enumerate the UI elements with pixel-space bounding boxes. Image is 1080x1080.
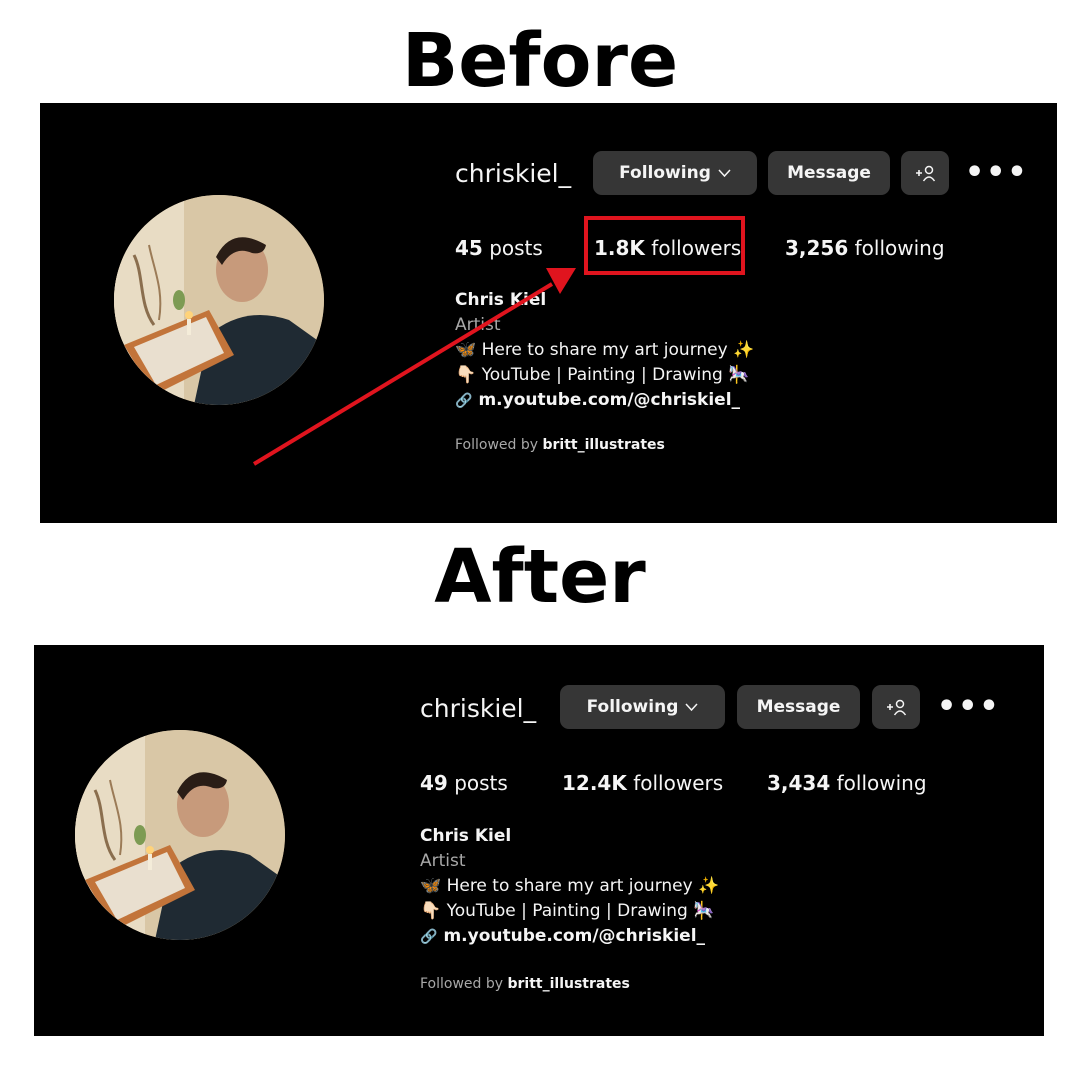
chevron-down-icon [718, 163, 731, 183]
bio-line-2: 👇🏻 YouTube | Painting | Drawing 🎠 [455, 365, 750, 385]
bio-line-1: 🦋 Here to share my art journey ✨ [455, 340, 755, 360]
following-label: following [836, 771, 927, 795]
followed-by-user[interactable]: britt_illustrates [508, 976, 630, 992]
link-icon: 🔗 [455, 393, 473, 409]
display-name: Chris Kiel [420, 826, 512, 846]
posts-stat[interactable]: 49 posts [420, 771, 508, 795]
posts-count: 49 [420, 771, 448, 795]
following-button[interactable]: Following [593, 151, 757, 195]
following-count: 3,434 [767, 771, 831, 795]
followers-stat[interactable]: 12.4K followers [562, 771, 723, 795]
followers-highlight-box [584, 216, 745, 275]
username: chriskiel_ [420, 694, 537, 723]
bio-line-1: 🦋 Here to share my art journey ✨ [420, 876, 720, 896]
username: chriskiel_ [455, 159, 572, 188]
add-user-icon [916, 165, 936, 182]
message-button[interactable]: Message [737, 685, 860, 729]
profile-photo [75, 730, 285, 940]
followed-by-user[interactable]: britt_illustrates [543, 437, 665, 453]
following-button-label: Following [619, 163, 711, 183]
following-count: 3,256 [785, 236, 849, 260]
followers-count: 12.4K [562, 771, 627, 795]
add-user-button[interactable] [901, 151, 949, 195]
avatar[interactable] [114, 195, 324, 405]
after-profile-panel: chriskiel_ Following Message ••• 49 post… [34, 645, 1044, 1036]
posts-label: posts [489, 236, 543, 260]
posts-count: 45 [455, 236, 483, 260]
followed-by-prefix: Followed by [455, 437, 539, 453]
profile-photo [114, 195, 324, 405]
link-icon: 🔗 [420, 929, 438, 945]
following-label: following [854, 236, 945, 260]
bio-link-row[interactable]: 🔗 m.youtube.com/@chriskiel_ [455, 388, 754, 414]
bio-line-2: 👇🏻 YouTube | Painting | Drawing 🎠 [420, 901, 715, 921]
after-heading: After [434, 534, 646, 620]
bio-link[interactable]: m.youtube.com/@chriskiel_ [443, 926, 705, 946]
add-user-icon [887, 699, 907, 716]
followers-label: followers [633, 771, 724, 795]
avatar[interactable] [75, 730, 285, 940]
before-profile-panel: chriskiel_ Following Message ••• 45 post… [40, 103, 1057, 523]
bio: Chris Kiel Artist 🦋 Here to share my art… [455, 288, 754, 414]
bio-link[interactable]: m.youtube.com/@chriskiel_ [478, 390, 740, 410]
following-stat[interactable]: 3,256 following [785, 236, 945, 260]
followed-by[interactable]: Followed by britt_illustrates [455, 437, 665, 453]
display-name: Chris Kiel [455, 290, 547, 310]
category: Artist [455, 315, 501, 335]
message-button[interactable]: Message [768, 151, 890, 195]
add-user-button[interactable] [872, 685, 920, 729]
bio: Chris Kiel Artist 🦋 Here to share my art… [420, 824, 719, 950]
posts-label: posts [454, 771, 508, 795]
following-stat[interactable]: 3,434 following [767, 771, 927, 795]
before-heading: Before [401, 18, 679, 104]
more-options-icon[interactable]: ••• [965, 158, 1029, 188]
chevron-down-icon [685, 697, 698, 717]
followed-by-prefix: Followed by [420, 976, 504, 992]
following-button[interactable]: Following [560, 685, 725, 729]
more-options-icon[interactable]: ••• [937, 692, 1001, 722]
category: Artist [420, 851, 466, 871]
following-button-label: Following [586, 697, 679, 717]
bio-link-row[interactable]: 🔗 m.youtube.com/@chriskiel_ [420, 924, 719, 950]
posts-stat[interactable]: 45 posts [455, 236, 543, 260]
followed-by[interactable]: Followed by britt_illustrates [420, 976, 630, 992]
